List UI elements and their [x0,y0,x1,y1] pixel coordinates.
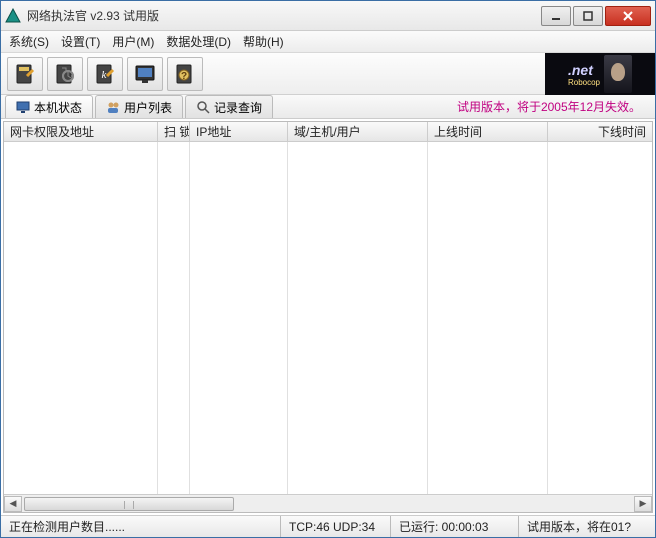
titlebar: 网络执法官 v2.93 试用版 [1,1,655,31]
svg-text:?: ? [181,71,187,82]
scroll-left-button[interactable]: ◀ [4,496,22,512]
menu-settings[interactable]: 设置(T) [61,33,100,50]
scroll-right-button[interactable]: ▶ [634,496,652,512]
search-icon [196,100,210,114]
scroll-thumb[interactable] [24,497,234,511]
app-icon [5,8,21,24]
table-col-area [288,142,428,494]
toolbar-button-2[interactable] [47,57,83,91]
status-ports: TCP:46 UDP:34 [281,516,391,537]
toolbar-button-4[interactable] [127,57,163,91]
tab-logs[interactable]: 记录查询 [185,95,273,118]
table-col-area [190,142,288,494]
maximize-button[interactable] [573,6,603,26]
trial-notice: 试用版本，将于2005年12月失效。 [457,95,651,118]
tab-user-list[interactable]: 用户列表 [95,95,183,118]
content-area: 网卡权限及地址 扫 锁 IP地址 域/主机/用户 上线时间 下线时间 ◀ ▶ [3,121,653,513]
column-lock[interactable]: 扫 锁 [158,122,190,141]
column-ip[interactable]: IP地址 [190,122,288,141]
table-body [4,142,652,494]
minimize-button[interactable] [541,6,571,26]
users-icon [106,100,120,114]
app-window: 网络执法官 v2.93 试用版 系统(S) 设置(T) 用户(M) 数据处理(D… [0,0,656,538]
menu-users[interactable]: 用户(M) [112,33,154,50]
logo-banner: .net Robocop [545,53,655,95]
horizontal-scrollbar: ◀ ▶ [4,494,652,512]
logo-subtitle: Robocop [568,78,600,87]
column-nic[interactable]: 网卡权限及地址 [4,122,158,141]
logo-brand: .net [568,62,600,78]
window-controls [539,6,651,26]
table-col-area [4,142,158,494]
tabbar: 本机状态 用户列表 记录查询 试用版本，将于2005年12月失效。 [1,95,655,119]
column-online[interactable]: 上线时间 [428,122,548,141]
column-offline[interactable]: 下线时间 [548,122,652,141]
monitor-icon [16,100,30,114]
window-title: 网络执法官 v2.93 试用版 [27,7,539,24]
menubar: 系统(S) 设置(T) 用户(M) 数据处理(D) 帮助(H) [1,31,655,53]
table-col-area [428,142,548,494]
tab-logs-label: 记录查询 [214,99,262,116]
status-detecting: 正在检测用户数目...... [1,516,281,537]
menu-help[interactable]: 帮助(H) [243,33,284,50]
column-host[interactable]: 域/主机/用户 [288,122,428,141]
menu-data[interactable]: 数据处理(D) [166,33,231,50]
table-col-area [158,142,190,494]
logo-portrait-icon [604,55,632,93]
status-trial: 试用版本，将在01? [519,516,655,537]
statusbar: 正在检测用户数目...... TCP:46 UDP:34 已运行: 00:00:… [1,515,655,537]
table-header: 网卡权限及地址 扫 锁 IP地址 域/主机/用户 上线时间 下线时间 [4,122,652,142]
tab-local-status[interactable]: 本机状态 [5,95,93,118]
toolbar-button-3[interactable]: k [87,57,123,91]
toolbar: k ? .net Robocop [1,53,655,95]
menu-system[interactable]: 系统(S) [9,33,49,50]
toolbar-button-1[interactable] [7,57,43,91]
tab-userlist-label: 用户列表 [124,99,172,116]
table-col-area [548,142,652,494]
tab-local-label: 本机状态 [34,99,82,116]
status-uptime: 已运行: 00:00:03 [391,516,519,537]
close-button[interactable] [605,6,651,26]
toolbar-button-5[interactable]: ? [167,57,203,91]
scroll-track[interactable] [22,496,634,512]
